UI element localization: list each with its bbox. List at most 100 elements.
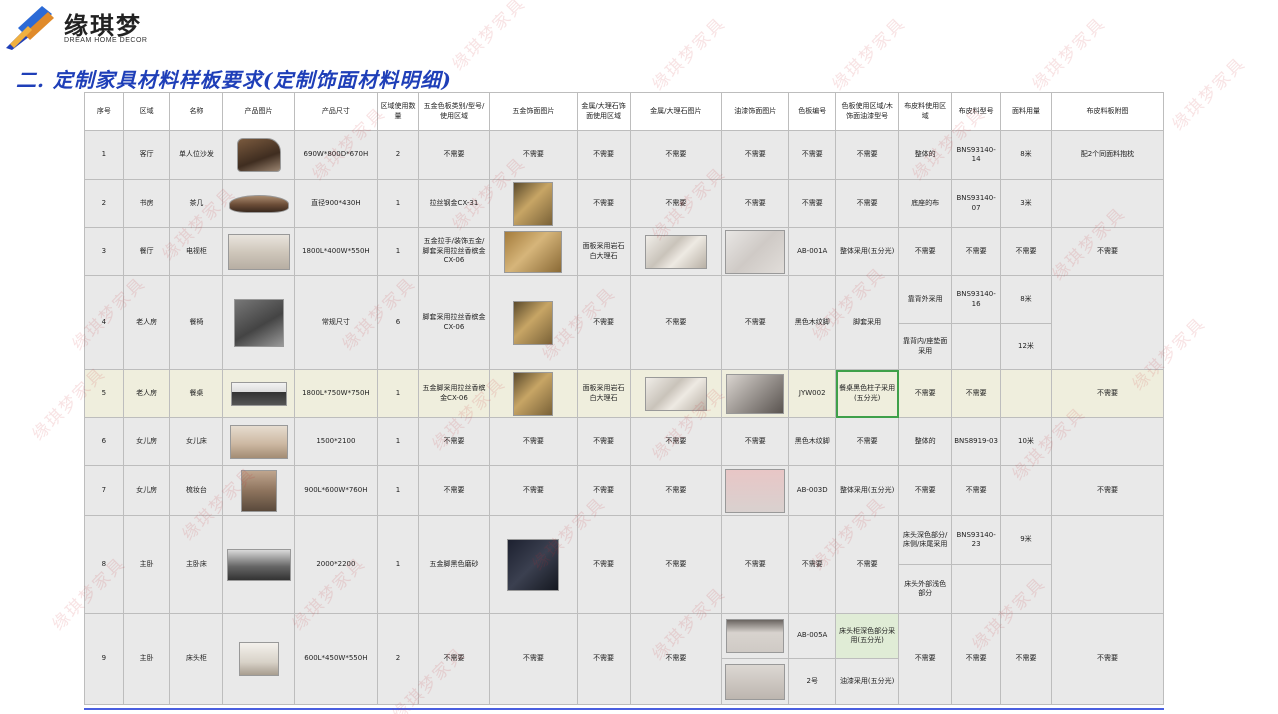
cell[interactable]: 不需要 xyxy=(417,417,491,466)
cell[interactable]: 不需要 xyxy=(1050,369,1164,418)
cell[interactable]: 整体采用(五分光) xyxy=(835,227,900,276)
marble-image-cell[interactable] xyxy=(629,369,723,418)
cell[interactable]: 床头外部浅色部分 xyxy=(898,564,953,614)
cell[interactable]: 油漆采用(五分光) xyxy=(835,658,900,705)
cell[interactable]: 不需要 xyxy=(951,369,1002,418)
cell[interactable]: 10米 xyxy=(1000,417,1052,466)
cell[interactable]: 餐桌 xyxy=(169,369,224,418)
table-row[interactable]: 3 餐厅 电视柜 1800L*400W*550H 1 五金拉手/装饰五金/脚套采… xyxy=(84,227,1164,276)
cell[interactable]: BNS93140-07 xyxy=(951,179,1002,228)
paint-image-cell[interactable] xyxy=(721,613,790,659)
cell[interactable]: 不需要 xyxy=(788,179,837,228)
cell[interactable]: 4 xyxy=(84,275,124,370)
cell[interactable]: 1500*2100 xyxy=(293,417,379,466)
cell[interactable] xyxy=(1000,465,1052,516)
cell[interactable]: 不需要 xyxy=(629,613,723,705)
cell[interactable]: 直径900*430H xyxy=(293,179,379,228)
cell[interactable]: 5 xyxy=(84,369,124,418)
finish-image-cell[interactable] xyxy=(489,179,578,228)
cell[interactable]: 不需要 xyxy=(576,130,631,180)
cell[interactable]: 9 xyxy=(84,613,124,705)
cell[interactable]: 不需要 xyxy=(629,179,723,228)
cell[interactable]: 不需要 xyxy=(721,417,790,466)
table-row[interactable]: 1 客厅 单人位沙发 690W*800D*670H 2 不需要 不需要 不需要 … xyxy=(84,130,1164,180)
cell[interactable]: 主卧床 xyxy=(169,515,224,614)
cell[interactable]: 不需要 xyxy=(951,613,1002,705)
cell[interactable]: 餐厅 xyxy=(122,227,171,276)
product-image-cell[interactable] xyxy=(222,179,295,228)
cell[interactable]: 2 xyxy=(377,613,419,705)
cell[interactable]: 3 xyxy=(84,227,124,276)
cell[interactable]: 不需要 xyxy=(788,130,837,180)
cell[interactable]: 配2个同面料抱枕 xyxy=(1050,130,1164,180)
cell[interactable]: 女儿床 xyxy=(169,417,224,466)
cell[interactable]: 靠背内/座垫面采用 xyxy=(898,323,953,370)
cell[interactable]: 2 xyxy=(84,179,124,228)
cell[interactable]: 690W*800D*670H xyxy=(293,130,379,180)
cell[interactable]: 2号 xyxy=(788,658,837,705)
cell[interactable]: 五金拉手/装饰五金/脚套采用拉丝香槟金CX-06 xyxy=(417,227,491,276)
cell[interactable]: 1800L*400W*550H xyxy=(293,227,379,276)
paint-image-cell[interactable] xyxy=(721,227,790,276)
table-row[interactable]: 4 老人房 餐椅 常规尺寸 6 脚套采用拉丝香槟金CX-06 不需要 不需要 不… xyxy=(84,275,1164,370)
finish-image-cell[interactable] xyxy=(489,227,578,276)
cell[interactable]: 整体的 xyxy=(898,130,953,180)
cell[interactable]: 五金脚采用拉丝香槟金CX-06 xyxy=(417,369,491,418)
cell[interactable]: 12米 xyxy=(1000,323,1052,370)
cell[interactable]: 不需要 xyxy=(576,417,631,466)
cell[interactable]: 女儿房 xyxy=(122,417,171,466)
product-image-cell[interactable] xyxy=(222,275,295,370)
cell[interactable]: 五金脚黑色磨砂 xyxy=(417,515,491,614)
cell[interactable]: AB-001A xyxy=(788,227,837,276)
cell[interactable]: JYW002 xyxy=(788,369,837,418)
cell[interactable]: 不需要 xyxy=(489,613,578,705)
marble-image-cell[interactable] xyxy=(629,227,723,276)
table-row[interactable]: 7 女儿房 梳妆台 900L*600W*760H 1 不需要 不需要 不需要 不… xyxy=(84,465,1164,516)
cell[interactable]: 整体的 xyxy=(898,417,953,466)
cell[interactable]: 1 xyxy=(377,179,419,228)
cell[interactable] xyxy=(1000,369,1052,418)
cell[interactable]: 不需要 xyxy=(951,227,1002,276)
cell[interactable] xyxy=(951,564,1002,614)
cell[interactable]: 面板采用岩石白大理石 xyxy=(576,227,631,276)
cell[interactable]: 6 xyxy=(84,417,124,466)
paint-image-cell[interactable] xyxy=(721,658,790,705)
product-image-cell[interactable] xyxy=(222,417,295,466)
cell[interactable] xyxy=(1050,515,1164,614)
table-row[interactable]: 6 女儿房 女儿床 1500*2100 1 不需要 不需要 不需要 不需要 不需… xyxy=(84,417,1164,466)
product-image-cell[interactable] xyxy=(222,613,295,705)
cell[interactable]: BNS93140-23 xyxy=(951,515,1002,565)
paint-image-cell[interactable] xyxy=(721,369,790,418)
cell[interactable]: 不需要 xyxy=(417,613,491,705)
cell[interactable]: 1 xyxy=(377,515,419,614)
cell[interactable]: 不需要 xyxy=(576,275,631,370)
product-image-cell[interactable] xyxy=(222,369,295,418)
cell[interactable]: 面板采用岩石白大理石 xyxy=(576,369,631,418)
cell[interactable]: 不需要 xyxy=(721,130,790,180)
cell[interactable]: 客厅 xyxy=(122,130,171,180)
cell[interactable]: 不需要 xyxy=(835,417,900,466)
cell[interactable]: 不需要 xyxy=(1000,227,1052,276)
cell[interactable]: 不需要 xyxy=(576,179,631,228)
cell[interactable]: 不需要 xyxy=(721,179,790,228)
cell[interactable]: 1800L*750W*750H xyxy=(293,369,379,418)
cell[interactable]: 不需要 xyxy=(721,275,790,370)
product-image-cell[interactable] xyxy=(222,130,295,180)
table-row[interactable]: 5 老人房 餐桌 1800L*750W*750H 1 五金脚采用拉丝香槟金CX-… xyxy=(84,369,1164,418)
cell[interactable]: 老人房 xyxy=(122,275,171,370)
cell[interactable] xyxy=(1050,417,1164,466)
cell[interactable]: 脚套采用拉丝香槟金CX-06 xyxy=(417,275,491,370)
table-row[interactable]: 2 书房 茶几 直径900*430H 1 拉丝钢金CX-31 不需要 不需要 不… xyxy=(84,179,1164,228)
cell[interactable]: 不需要 xyxy=(576,613,631,705)
cell[interactable]: 不需要 xyxy=(1050,227,1164,276)
product-image-cell[interactable] xyxy=(222,227,295,276)
cell[interactable]: BNS93140-14 xyxy=(951,130,1002,180)
cell[interactable]: 不需要 xyxy=(489,417,578,466)
cell[interactable]: 整体采用(五分光) xyxy=(835,465,900,516)
cell[interactable]: 床头柜 xyxy=(169,613,224,705)
cell[interactable]: 不需要 xyxy=(489,130,578,180)
cell[interactable]: 1 xyxy=(377,227,419,276)
cell[interactable]: 不需要 xyxy=(629,417,723,466)
cell[interactable]: 不需要 xyxy=(898,613,953,705)
cell[interactable]: 不需要 xyxy=(721,515,790,614)
